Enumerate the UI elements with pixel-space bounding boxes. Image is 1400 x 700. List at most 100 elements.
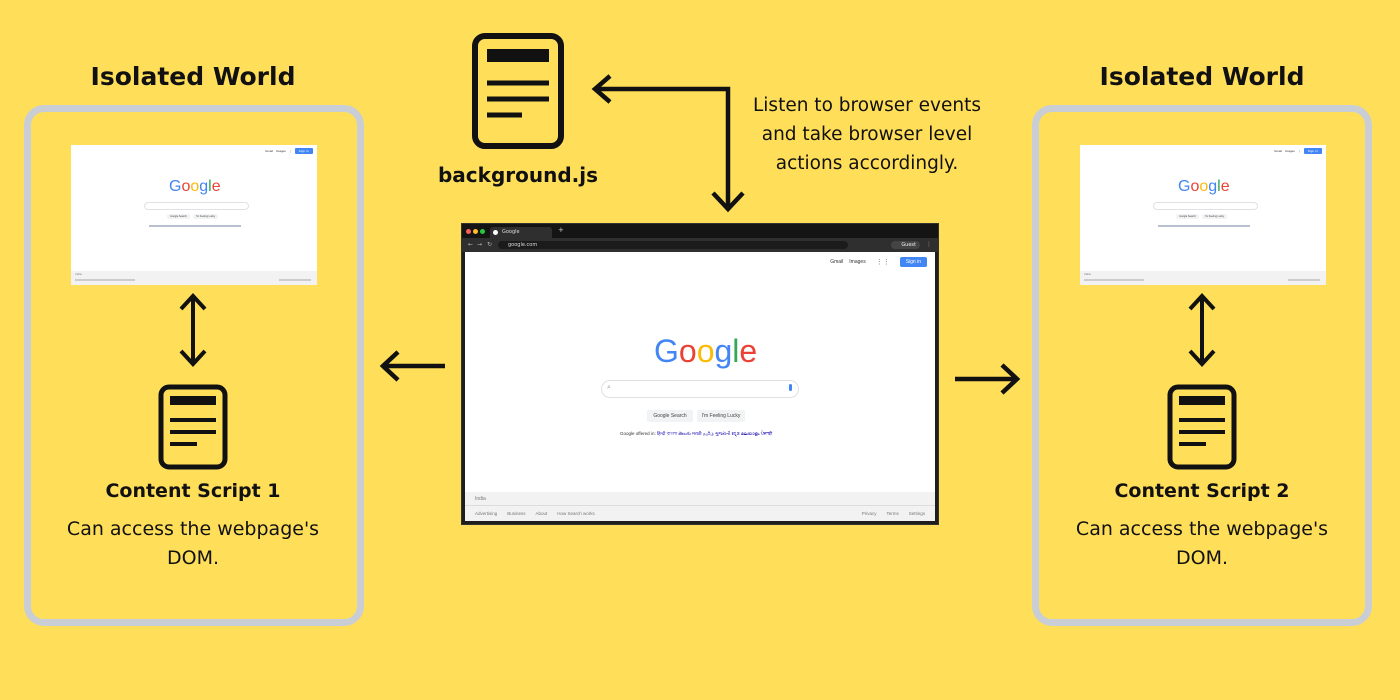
google-apps-icon[interactable]: ⋮⋮ xyxy=(876,258,890,266)
language-link[interactable]: മലയാളം xyxy=(741,431,760,436)
mini-signin-button: Sign in xyxy=(294,148,313,154)
guest-profile-button[interactable]: Guest xyxy=(891,241,920,249)
right-world-title: Isolated World xyxy=(1099,62,1305,91)
mini-languages-line xyxy=(149,225,241,227)
mini-footer xyxy=(1080,271,1326,285)
right-bidirectional-arrow xyxy=(1188,293,1216,367)
language-link[interactable]: मराठी xyxy=(692,431,701,436)
mini-search-input xyxy=(144,202,249,210)
left-webpage-thumbnail: Gmail Images ⋮ Sign in Google Google Sea… xyxy=(71,145,317,285)
google-top-links: Gmail Images ⋮⋮ Sign in xyxy=(830,257,927,267)
mini-footer-links-right xyxy=(1288,279,1320,281)
right-webpage-thumbnail: Gmail Images ⋮ Sign in Google Google Sea… xyxy=(1080,145,1326,285)
background-note-line-3: actions accordingly. xyxy=(775,153,959,174)
new-tab-icon[interactable]: + xyxy=(558,226,564,234)
url-input[interactable]: google.com xyxy=(498,241,848,249)
reload-icon[interactable]: ↻ xyxy=(487,241,492,249)
mini-topbar: Gmail Images ⋮ Sign in xyxy=(265,148,313,154)
mini-google-logo: Google xyxy=(169,178,221,195)
forward-icon[interactable]: → xyxy=(477,241,482,249)
mini-signin-button: Sign in xyxy=(1303,148,1322,154)
mini-languages-line xyxy=(1158,225,1250,227)
minimize-window-dot[interactable] xyxy=(473,229,478,234)
mini-search-button: Google Search xyxy=(1176,214,1199,219)
advertising-link[interactable]: Advertising xyxy=(475,511,497,516)
back-icon[interactable]: ← xyxy=(468,241,473,249)
left-world-title: Isolated World xyxy=(90,62,296,91)
language-link[interactable]: বাংলা xyxy=(667,431,677,436)
browser-tab-title: Google xyxy=(502,229,520,235)
browser-address-bar: ← → ↻ google.com Guest ⋮ xyxy=(462,238,938,252)
mini-gmail-link: Gmail xyxy=(1274,149,1282,153)
google-homepage: Gmail Images ⋮⋮ Sign in Google ⌕ Google … xyxy=(465,252,935,521)
mini-search-input xyxy=(1153,202,1258,210)
language-link[interactable]: ਪੰਜਾਬੀ xyxy=(761,431,772,436)
google-footer: India Advertising Business About How Sea… xyxy=(465,492,935,521)
privacy-link[interactable]: Privacy xyxy=(862,511,877,516)
background-note-line-2: and take browser level xyxy=(761,124,973,145)
mini-google-logo: Google xyxy=(1178,178,1230,195)
gmail-link[interactable]: Gmail xyxy=(830,259,843,265)
language-link[interactable]: தமிழ் xyxy=(703,431,714,436)
about-link[interactable]: About xyxy=(536,511,548,516)
content-script-2-description: Can access the webpage's DOM. xyxy=(1075,518,1329,569)
left-arrow xyxy=(379,350,445,382)
maximize-window-dot[interactable] xyxy=(480,229,485,234)
mini-search-button: Google Search xyxy=(167,214,190,219)
mini-lucky-button: I'm Feeling Lucky xyxy=(193,214,218,219)
offered-in-label: Google offered in: xyxy=(620,431,656,436)
search-icon: ⌕ xyxy=(607,383,611,391)
right-arrow xyxy=(955,363,1021,395)
mini-apps-icon: ⋮ xyxy=(288,149,292,153)
browser-window: Google + ← → ↻ google.com Guest ⋮ Gmail … xyxy=(462,224,938,524)
mini-images-link: Images xyxy=(275,149,286,153)
google-search-button[interactable]: Google Search xyxy=(647,410,693,422)
mini-lucky-button: I'm Feeling Lucky xyxy=(1202,214,1227,219)
content-script-1-label: Content Script 1 xyxy=(105,480,281,502)
images-link[interactable]: Images xyxy=(849,259,865,265)
guest-label: Guest xyxy=(901,242,916,248)
footer-links-right: Privacy Terms Settings xyxy=(862,511,925,516)
language-link[interactable]: తెలుగు xyxy=(678,431,690,436)
content-script-2-label: Content Script 2 xyxy=(1114,480,1290,502)
url-text: google.com xyxy=(508,242,538,248)
mini-images-link: Images xyxy=(1284,149,1295,153)
footer-divider xyxy=(465,505,935,506)
google-logo: Google xyxy=(654,333,758,369)
background-note: Listen to browser events and take browse… xyxy=(737,91,997,178)
background-to-browser-arrow xyxy=(591,74,745,213)
mini-footer-links xyxy=(1084,279,1144,281)
google-favicon-icon xyxy=(493,230,498,235)
mini-country: India xyxy=(1084,272,1091,276)
language-link[interactable]: ಕನ್ನಡ xyxy=(732,431,740,436)
languages-offered: Google offered in: हिन्दी বাংলা తెలుగు म… xyxy=(620,431,772,438)
business-link[interactable]: Business xyxy=(507,511,525,516)
settings-link[interactable]: Settings xyxy=(909,511,925,516)
mini-apps-icon: ⋮ xyxy=(1297,149,1301,153)
mini-topbar: Gmail Images ⋮ Sign in xyxy=(1274,148,1322,154)
content-script-1-document-icon xyxy=(158,384,228,470)
background-js-document-icon xyxy=(472,33,564,149)
mini-country: India xyxy=(75,272,82,276)
country-label: India xyxy=(475,496,486,502)
how-search-works-link[interactable]: How Search works xyxy=(557,511,595,516)
signin-button[interactable]: Sign in xyxy=(899,257,927,267)
footer-links-left: Advertising Business About How Search wo… xyxy=(475,511,595,516)
mini-footer xyxy=(71,271,317,285)
background-note-line-1: Listen to browser events xyxy=(752,95,981,116)
close-window-dot[interactable] xyxy=(466,229,471,234)
content-script-1-description: Can access the webpage's DOM. xyxy=(66,518,320,569)
google-search-input[interactable]: ⌕ xyxy=(601,380,799,398)
language-link[interactable]: हिन्दी xyxy=(657,431,666,436)
content-script-2-document-icon xyxy=(1167,384,1237,470)
left-bidirectional-arrow xyxy=(179,293,207,367)
terms-link[interactable]: Terms xyxy=(886,511,898,516)
microphone-icon[interactable] xyxy=(789,384,792,391)
mini-footer-links xyxy=(75,279,135,281)
browser-tab-bar: Google + xyxy=(462,224,938,238)
feeling-lucky-button[interactable]: I'm Feeling Lucky xyxy=(697,410,745,422)
browser-tab[interactable]: Google xyxy=(490,227,552,238)
browser-menu-icon[interactable]: ⋮ xyxy=(926,241,932,249)
mini-footer-links-right xyxy=(279,279,311,281)
language-link[interactable]: ગુજરાતી xyxy=(715,431,730,436)
